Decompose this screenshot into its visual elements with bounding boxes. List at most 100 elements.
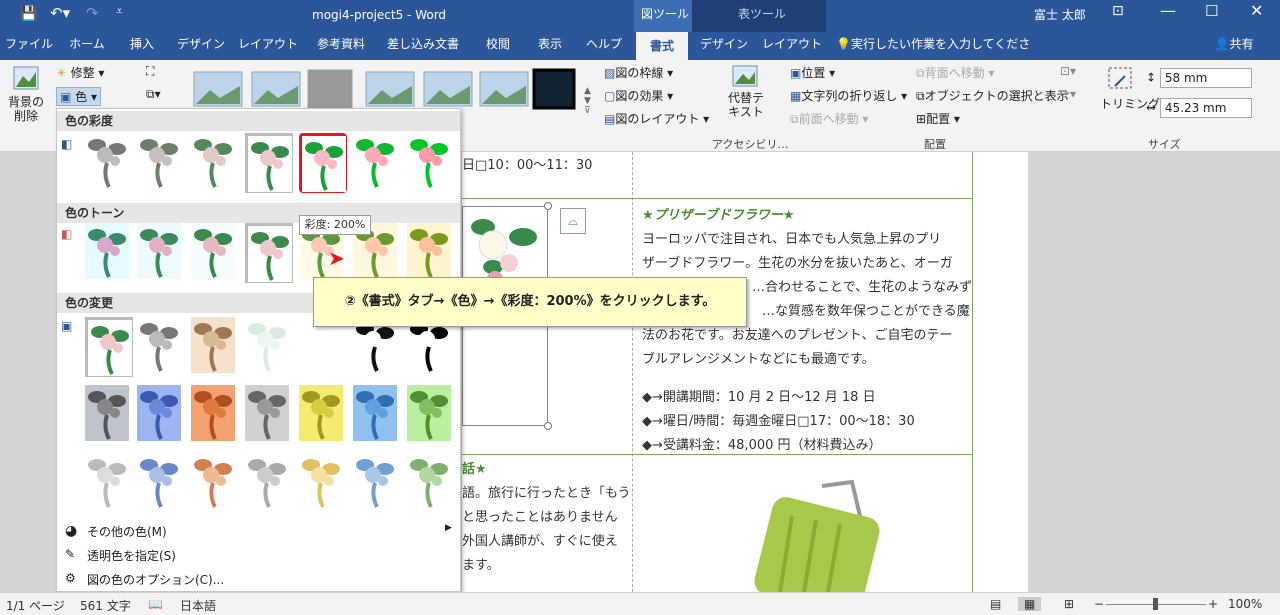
zoom-out-icon[interactable]: − (1094, 597, 1104, 611)
corrections-button[interactable]: ☀ 修整 ▾ (56, 64, 104, 81)
recolor-option[interactable] (407, 453, 455, 513)
height-field[interactable]: ↕ 58 mm (1146, 68, 1252, 88)
change-picture-icon[interactable]: ⧉▾ (146, 87, 161, 102)
rotate-icon[interactable]: ⟳▾ (1060, 87, 1076, 101)
selection-pane-button[interactable]: ⧉オブジェクトの選択と表示 (916, 87, 1069, 104)
tab-file[interactable]: ファイル (4, 32, 54, 60)
color-options-item[interactable]: 図の色のオプション(C)... (87, 571, 224, 588)
ribbon-display-icon[interactable]: ⊡ (1112, 3, 1124, 19)
tone-option[interactable] (245, 223, 293, 283)
recolor-option[interactable] (85, 453, 133, 513)
tab-insert[interactable]: 挿入 (120, 32, 164, 60)
user-name[interactable]: 富士 太郎 (1034, 6, 1086, 23)
zoom-in-icon[interactable]: + (1208, 597, 1218, 611)
position-button[interactable]: ▣位置 ▾ (790, 64, 835, 81)
submenu-arrow-icon: ▶ (445, 523, 452, 533)
tell-me-box[interactable]: 💡実行したい作業を入力してください (836, 32, 1036, 75)
undo-icon[interactable]: ↶▾ (50, 4, 70, 22)
tab-mailings[interactable]: 差し込み文書 (383, 32, 463, 60)
compress-pictures-icon[interactable]: ⛶ (146, 64, 154, 79)
suitcase-image (754, 479, 880, 592)
tone-option[interactable] (407, 223, 455, 283)
recolor-option[interactable] (299, 385, 347, 445)
recolor-option[interactable] (245, 317, 293, 377)
zoom-slider-thumb[interactable] (1153, 598, 1158, 610)
zoom-level[interactable]: 100% (1228, 597, 1262, 611)
crop-button[interactable]: トリミング (1100, 64, 1160, 112)
recolor-option[interactable] (245, 385, 293, 445)
print-layout-icon[interactable]: ▦ (1018, 597, 1042, 611)
word-count[interactable]: 561 文字 (80, 597, 131, 614)
web-layout-icon[interactable]: ⊞ (1064, 597, 1074, 611)
recolor-option[interactable] (299, 453, 347, 513)
recolor-option[interactable] (137, 317, 185, 377)
group-icon[interactable]: ⊡▾ (1060, 64, 1076, 78)
save-icon[interactable]: 💾 (20, 6, 37, 22)
page-count[interactable]: 1/1 ページ (6, 597, 65, 614)
recolor-option[interactable] (137, 385, 185, 445)
tab-home[interactable]: ホーム (64, 32, 110, 60)
recolor-option[interactable] (85, 317, 133, 377)
tone-option[interactable] (137, 223, 185, 283)
saturation-option[interactable] (85, 133, 133, 193)
more-colors-item[interactable]: その他の色(M) (87, 523, 167, 540)
width-input[interactable]: 45.23 mm (1159, 98, 1252, 118)
proofing-icon[interactable]: 📖 (148, 597, 163, 611)
resize-handle-br[interactable] (544, 422, 552, 430)
recolor-option[interactable] (407, 385, 455, 445)
gallery-scroll-icon[interactable]: ▲ ▼ ⊽ (584, 86, 591, 116)
picture-border-button[interactable]: ▨図の枠線 ▾ (604, 64, 673, 81)
tab-design[interactable]: デザイン (172, 32, 230, 60)
color-button[interactable]: ▣ 色 ▾ (56, 87, 102, 106)
table-row-border-2 (462, 454, 973, 455)
saturation-option[interactable] (137, 133, 185, 193)
doc-heading-2: 話★ (462, 462, 487, 477)
tab-references[interactable]: 参考資料 (310, 32, 372, 60)
minimize-icon[interactable]: — (1160, 1, 1176, 20)
wrap-text-button[interactable]: ▦文字列の折り返し ▾ (790, 87, 907, 104)
color-label: 色 (75, 90, 88, 104)
recolor-option[interactable] (191, 453, 239, 513)
tab-format[interactable]: 書式 (636, 32, 688, 60)
picture-layout-button[interactable]: ▤図のレイアウト ▾ (604, 110, 709, 127)
recolor-option[interactable] (137, 453, 185, 513)
recolor-option[interactable] (245, 453, 293, 513)
close-icon[interactable]: ✕ (1250, 1, 1263, 20)
recolor-option[interactable] (353, 453, 401, 513)
read-mode-icon[interactable]: ▤ (990, 597, 1001, 611)
bring-forward-button[interactable]: ⧉前面へ移動 ▾ (790, 110, 868, 127)
send-backward-button[interactable]: ⧉背面へ移動 ▾ (916, 64, 994, 81)
tab-table-design[interactable]: デザイン (696, 32, 752, 60)
picture-styles-gallery[interactable] (190, 68, 580, 112)
recolor-option[interactable] (191, 317, 239, 377)
layout-options-icon[interactable]: ⌓ (560, 208, 586, 234)
width-field[interactable]: ↔ 45.23 mm (1146, 98, 1252, 118)
saturation-option[interactable] (299, 133, 347, 193)
saturation-option[interactable] (353, 133, 401, 193)
set-transparent-item[interactable]: 透明色を指定(S) (87, 547, 176, 564)
language[interactable]: 日本語 (180, 597, 216, 614)
height-input[interactable]: 58 mm (1159, 68, 1252, 88)
qat-customize-icon[interactable]: ⩡ (116, 4, 123, 19)
tab-review[interactable]: 校閲 (476, 32, 520, 60)
recolor-option[interactable] (353, 385, 401, 445)
resize-handle-tr[interactable] (544, 202, 552, 210)
remove-background-button[interactable]: 背景の削除 (6, 64, 46, 123)
redo-icon[interactable]: ↷ (86, 4, 99, 22)
tab-layout[interactable]: レイアウト (236, 32, 300, 60)
tab-table-layout[interactable]: レイアウト (760, 32, 824, 60)
saturation-option[interactable] (191, 133, 239, 193)
saturation-option[interactable] (245, 133, 293, 193)
saturation-option[interactable] (407, 133, 455, 193)
recolor-option[interactable] (85, 385, 133, 445)
picture-effects-button[interactable]: ▢図の効果 ▾ (604, 87, 673, 104)
share-button[interactable]: 👤共有 (1208, 32, 1260, 60)
alt-text-button[interactable]: 代替テキスト (726, 64, 764, 119)
tone-option[interactable] (191, 223, 239, 283)
maximize-icon[interactable]: ☐ (1205, 2, 1218, 20)
tab-view[interactable]: 表示 (530, 32, 570, 60)
align-button[interactable]: ⊞配置 ▾ (916, 110, 960, 127)
tone-option[interactable] (85, 223, 133, 283)
recolor-option[interactable] (191, 385, 239, 445)
tab-help[interactable]: ヘルプ (582, 32, 626, 60)
